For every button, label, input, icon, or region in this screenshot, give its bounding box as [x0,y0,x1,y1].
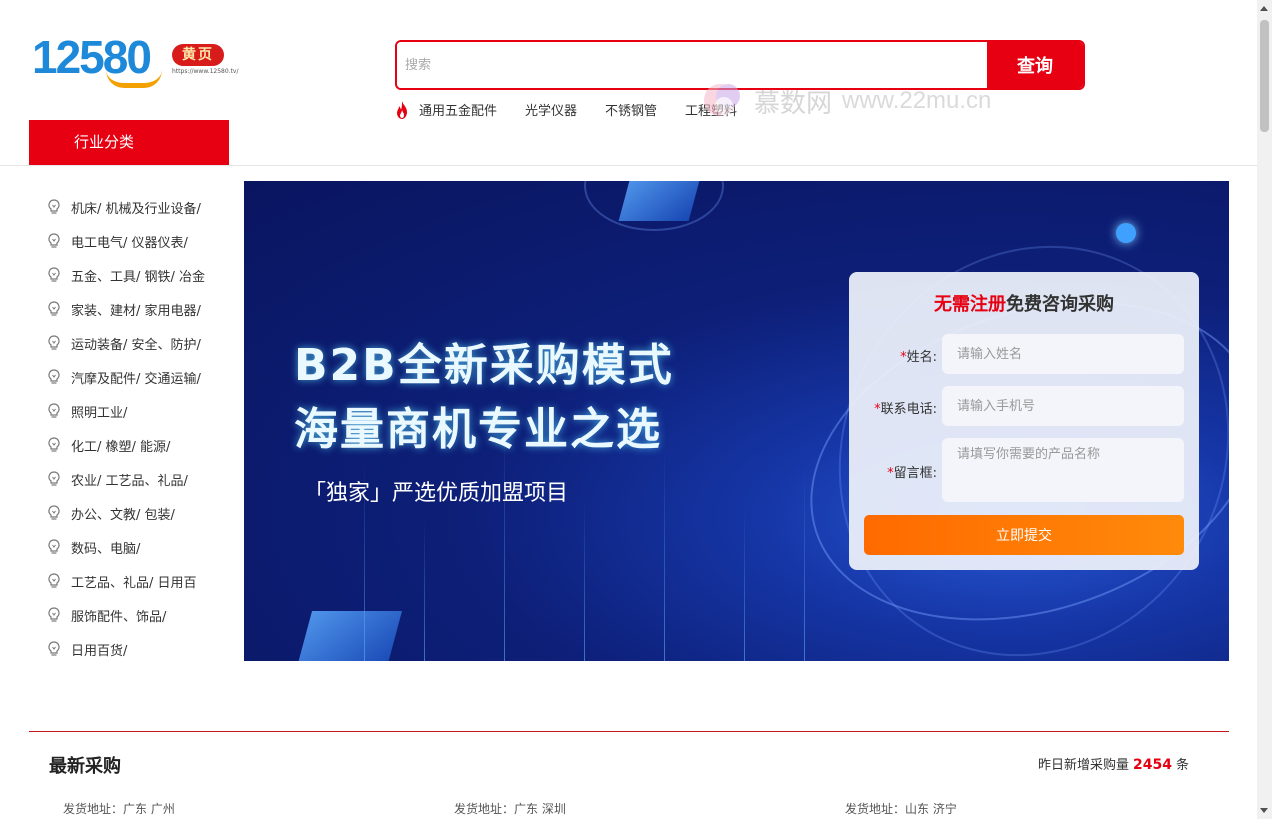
message-textarea[interactable] [942,438,1184,502]
form-title: 无需注册免费咨询采购 [849,290,1199,316]
scroll-up-icon[interactable] [1260,6,1268,11]
logo-url: https://www.12580.tv/ [172,68,239,75]
stat-count: 2454 [1133,757,1172,773]
category-item[interactable]: 电工电气/ 仪器仪表/ [29,224,239,258]
category-label: 电工电气/ 仪器仪表/ [71,235,188,251]
banner-decor-cube [618,181,700,221]
phone-label-text: 联系电话: [880,402,937,417]
category-label: 工艺品、礼品/ 日用百 [71,575,197,591]
site-logo[interactable]: 12580 黄页 https://www.12580.tv/ [32,30,239,92]
name-label-text: 姓名: [906,350,937,365]
bulb-icon [48,267,60,282]
bulb-icon [48,573,60,588]
category-label: 运动装备/ 安全、防护/ [71,337,201,353]
banner-decor-line [584,501,585,661]
banner-decor-line [804,471,805,661]
logo-badge: 黄页 [172,44,224,66]
bulb-icon [48,369,60,384]
category-item[interactable]: 化工/ 橡塑/ 能源/ [29,428,239,462]
stat-prefix: 昨日新增采购量 [1038,758,1130,773]
category-label: 服饰配件、饰品/ [71,609,167,625]
site-header: 12580 黄页 https://www.12580.tv/ 查询 通用五金配件… [0,0,1257,166]
banner-decor-line [664,451,665,661]
bulb-icon [48,233,60,248]
watermark-logo-icon [700,78,746,124]
stat-suffix: 条 [1175,758,1189,773]
bulb-icon [48,539,60,554]
fire-icon [397,100,407,119]
phone-label: *联系电话: [849,398,937,417]
banner-decor-line [504,431,505,661]
category-label: 办公、文教/ 包装/ [71,507,175,523]
bulb-icon [48,403,60,418]
banner-glow-dot [1116,223,1136,243]
form-title-text: 免费咨询采购 [1006,294,1114,315]
bulb-icon [48,607,60,622]
latest-purchase-section: 最新采购 昨日新增采购量 2454 条 发货地址：广东 广州 发货地址：广东 深圳 … [29,731,1229,819]
banner-decor-line [744,511,745,661]
name-label: *姓名: [849,346,937,365]
category-item[interactable]: 服饰配件、饰品/ [29,598,239,632]
form-title-highlight: 无需注册 [934,294,1006,315]
name-input[interactable] [942,334,1184,374]
scroll-down-icon[interactable] [1260,808,1268,813]
consult-form: 无需注册免费咨询采购 *姓名: *联系电话: *留言框: 立即提交 [849,272,1199,570]
latest-title: 最新采购 [49,756,121,777]
category-label: 日用百货/ [71,643,128,659]
watermark-text: 慕数网 [754,88,833,119]
submit-button[interactable]: 立即提交 [864,515,1184,555]
banner-title-line2: 海量商机专业之选 [294,404,662,455]
banner-decor-cube [295,611,403,661]
banner-subtitle: 「独家」严选优质加盟项目 [304,481,569,506]
banner-decor-line [424,521,425,661]
hot-link-hardware[interactable]: 通用五金配件 [419,100,497,119]
hot-link-steel-pipe[interactable]: 不锈钢管 [605,100,657,119]
category-item[interactable]: 机床/ 机械及行业设备/ [29,190,239,224]
category-item[interactable]: 照明工业/ [29,394,239,428]
hot-link-optical[interactable]: 光学仪器 [525,100,577,119]
category-item[interactable]: 五金、工具/ 钢铁/ 冶金 [29,258,239,292]
watermark: 慕数网 www.22mu.cn [700,78,991,124]
category-label: 化工/ 橡塑/ 能源/ [71,439,171,455]
category-label: 数码、电脑/ [71,541,141,557]
message-label: *留言框: [849,462,937,481]
bulb-icon [48,437,60,452]
logo-smile-icon [106,70,162,88]
phone-input[interactable] [942,386,1184,426]
category-sidebar: 机床/ 机械及行业设备/ 电工电气/ 仪器仪表/ 五金、工具/ 钢铁/ 冶金 家… [29,190,239,666]
scroll-thumb[interactable] [1260,20,1269,132]
latest-stat: 昨日新增采购量 2454 条 [1038,754,1189,773]
category-item[interactable]: 农业/ 工艺品、礼品/ [29,462,239,496]
category-item[interactable]: 家装、建材/ 家用电器/ [29,292,239,326]
category-label: 五金、工具/ 钢铁/ 冶金 [71,269,206,285]
bulb-icon [48,335,60,350]
bulb-icon [48,301,60,316]
category-item[interactable]: 工艺品、礼品/ 日用百 [29,564,239,598]
category-label: 农业/ 工艺品、礼品/ [71,473,188,489]
category-item[interactable]: 办公、文教/ 包装/ [29,496,239,530]
category-label: 家装、建材/ 家用电器/ [71,303,201,319]
category-item[interactable]: 运动装备/ 安全、防护/ [29,326,239,360]
message-label-text: 留言框: [893,466,937,481]
bulb-icon [48,505,60,520]
page-scrollbar[interactable] [1257,0,1272,819]
purchase-address[interactable]: 发货地址：广东 广州 [63,800,175,817]
bulb-icon [48,641,60,656]
category-label: 机床/ 机械及行业设备/ [71,201,201,217]
bulb-icon [48,199,60,214]
banner-title-line1: B2B全新采购模式 [294,340,674,391]
category-item[interactable]: 汽摩及配件/ 交通运输/ [29,360,239,394]
purchase-address[interactable]: 发货地址：广东 深圳 [454,800,566,817]
purchase-address[interactable]: 发货地址：山东 济宁 [845,800,957,817]
category-item[interactable]: 日用百货/ [29,632,239,666]
bulb-icon [48,471,60,486]
search-button[interactable]: 查询 [987,42,1083,88]
category-item[interactable]: 数码、电脑/ [29,530,239,564]
watermark-url: www.22mu.cn [842,87,992,114]
category-tab[interactable]: 行业分类 [29,120,229,165]
category-label: 汽摩及配件/ 交通运输/ [71,371,201,387]
category-label: 照明工业/ [71,405,128,421]
